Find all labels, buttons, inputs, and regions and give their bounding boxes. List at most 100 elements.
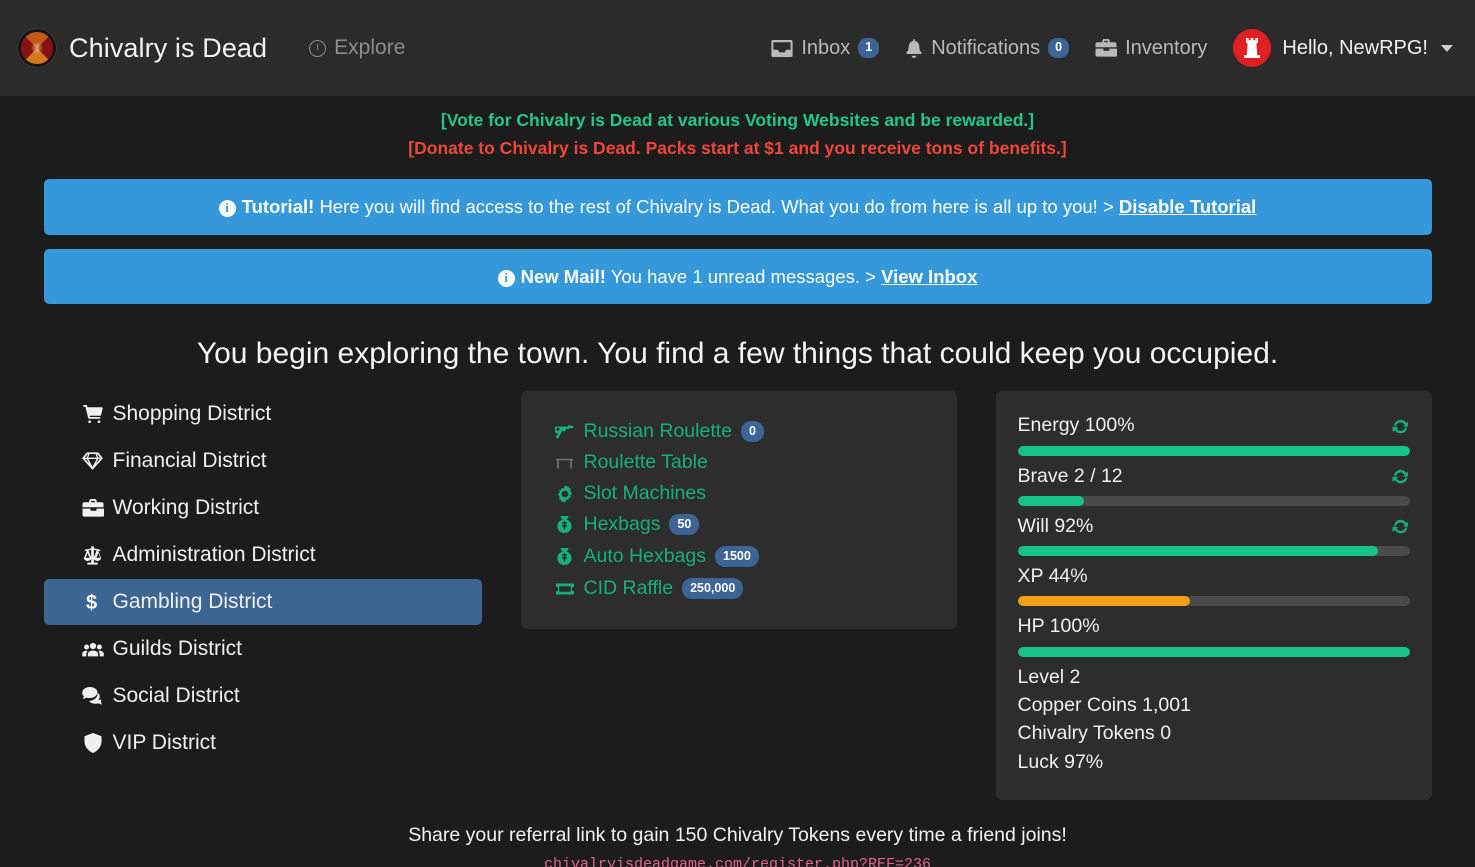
nav-item-inventory[interactable]: Inventory [1095, 37, 1207, 60]
game-link-slot-machines[interactable]: Slot Machines [555, 481, 923, 504]
new-mail-alert: i New Mail! You have 1 unread messages. >… [43, 248, 1432, 305]
game-link-russian-roulette[interactable]: Russian Roulette 0 [555, 420, 923, 443]
stat-row-will: Will 92% [1018, 512, 1410, 541]
content-wrapper: i Tutorial! Here you will find access to … [43, 178, 1432, 867]
disable-tutorial-link[interactable]: Disable Tutorial [1119, 196, 1256, 217]
sidebar-item-label: Gambling District [112, 590, 273, 614]
view-inbox-link[interactable]: View Inbox [881, 266, 977, 287]
inbox-icon [771, 39, 793, 58]
energy-progress-fill [1017, 445, 1410, 456]
brand-name: Chivalry is Dead [69, 32, 268, 63]
gambling-panel: Russian Roulette 0 Roulette Table Slot M… [520, 391, 957, 630]
sidebar-item-social-district[interactable]: Social District [44, 673, 482, 719]
gambling-panel-column: Russian Roulette 0 Roulette Table Slot M… [520, 391, 957, 630]
sidebar-item-shopping-district[interactable]: Shopping District [44, 391, 482, 437]
hp-progress-fill [1017, 646, 1410, 657]
nav-right-group: Inbox 1 Notifications 0 Inventory Hello,… [771, 29, 1453, 67]
shield-crest-logo [18, 29, 56, 67]
sidebar-item-administration-district[interactable]: Administration District [44, 532, 482, 578]
nav-item-notifications[interactable]: Notifications 0 [905, 37, 1070, 60]
comments-icon [82, 687, 104, 705]
refresh-icon[interactable] [1391, 468, 1410, 485]
user-greeting: Hello, NewRPG! [1282, 36, 1428, 59]
svg-text:$: $ [86, 592, 97, 613]
donate-announcement[interactable]: [Donate to Chivalry is Dead. Packs start… [0, 134, 1475, 162]
game-link-hexbags[interactable]: Hexbags 50 [555, 513, 923, 536]
briefcase-icon [82, 498, 104, 518]
stat-row-hp: HP 100% [1018, 612, 1410, 641]
brave-progress-bar [1017, 495, 1410, 506]
nav-item-inbox-label: Inbox [801, 36, 851, 59]
game-link-label: Slot Machines [583, 481, 706, 504]
stats-panel-column: Energy 100% Brave 2 / 12 Will 92% XP 44%… [995, 391, 1432, 800]
tutorial-alert: i Tutorial! Here you will find access to … [43, 178, 1432, 235]
money-bag-icon [555, 516, 575, 534]
tutorial-alert-body: Here you will find access to the rest of… [319, 195, 1114, 217]
main-columns: Shopping District Financial District Wor… [43, 391, 1432, 800]
cog-icon [555, 484, 575, 503]
game-link-roulette-table[interactable]: Roulette Table [555, 453, 923, 473]
energy-progress-bar [1017, 445, 1410, 456]
rook-tower-avatar [1233, 29, 1272, 67]
brave-progress-fill [1017, 495, 1085, 506]
game-link-label: Roulette Table [583, 451, 708, 474]
info-icon: i [218, 199, 236, 217]
sidebar-item-label: Social District [112, 684, 240, 708]
announcements: [Vote for Chivalry is Dead at various Vo… [0, 96, 1475, 163]
stat-level: Level 2 [1017, 665, 1081, 688]
will-progress-fill [1017, 546, 1379, 557]
compass-icon [309, 39, 327, 57]
game-badge: 50 [669, 514, 700, 536]
ticket-icon [555, 582, 575, 596]
stat-row-brave: Brave 2 / 12 [1018, 462, 1410, 491]
new-mail-alert-body: You have 1 unread messages. > [610, 265, 876, 287]
brand[interactable]: Chivalry is Dead [18, 29, 267, 67]
sidebar-item-gambling-district[interactable]: $ Gambling District [43, 579, 482, 626]
inbox-count-badge: 1 [858, 38, 880, 58]
dollar-sign-icon: $ [82, 592, 104, 613]
shield-icon [82, 733, 104, 754]
tutorial-alert-title: Tutorial! [241, 195, 315, 217]
nav-item-inbox[interactable]: Inbox 1 [771, 36, 880, 60]
game-link-cid-raffle[interactable]: CID Raffle 250,000 [555, 577, 923, 600]
xp-progress-bar [1017, 596, 1410, 607]
stat-row-xp: XP 44% [1018, 562, 1410, 591]
sidebar-item-financial-district[interactable]: Financial District [44, 438, 482, 484]
game-link-label: CID Raffle [583, 577, 674, 600]
sidebar-item-vip-district[interactable]: VIP District [44, 720, 482, 766]
game-link-label: Auto Hexbags [583, 545, 707, 568]
game-link-label: Russian Roulette [583, 420, 733, 443]
referral-footer: Share your referral link to gain 150 Chi… [44, 824, 1432, 867]
stat-label: Will 92% [1017, 514, 1094, 537]
user-menu[interactable]: Hello, NewRPG! [1233, 29, 1453, 67]
info-icon: i [497, 269, 515, 287]
top-navbar: Chivalry is Dead Explore Inbox 1 Notific… [0, 0, 1475, 96]
page-title: You begin exploring the town. You find a… [196, 337, 1279, 371]
refresh-icon[interactable] [1391, 518, 1410, 535]
referral-link[interactable]: chivalryisdeadgame.com/register.php?REF=… [44, 856, 1432, 867]
refresh-icon[interactable] [1391, 418, 1410, 435]
stat-chivalry-tokens: Chivalry Tokens 0 [1017, 722, 1172, 745]
sidebar-item-label: Shopping District [112, 402, 272, 426]
vote-announcement[interactable]: [Vote for Chivalry is Dead at various Vo… [0, 106, 1475, 134]
sidebar-item-label: VIP District [112, 731, 216, 755]
explore-link[interactable]: Explore [309, 36, 405, 60]
will-progress-bar [1017, 546, 1410, 557]
sidebar-item-guilds-district[interactable]: Guilds District [44, 626, 482, 672]
sidebar-item-working-district[interactable]: Working District [44, 485, 482, 531]
stat-label: Brave 2 / 12 [1017, 464, 1123, 487]
district-list: Shopping District Financial District Wor… [43, 391, 482, 767]
stat-label: HP 100% [1017, 615, 1100, 638]
explore-label: Explore [334, 36, 406, 59]
money-bag-icon [555, 548, 575, 566]
game-link-label: Hexbags [583, 513, 661, 536]
notifications-count-badge: 0 [1048, 38, 1070, 58]
stat-luck: Luck 97% [1017, 750, 1104, 773]
game-badge: 250,000 [682, 578, 744, 600]
gem-icon [82, 452, 104, 471]
new-mail-alert-title: New Mail! [520, 265, 606, 287]
bell-icon [905, 38, 923, 58]
xp-progress-fill [1017, 596, 1190, 607]
game-link-auto-hexbags[interactable]: Auto Hexbags 1500 [555, 545, 923, 568]
sidebar-item-label: Working District [112, 496, 260, 520]
